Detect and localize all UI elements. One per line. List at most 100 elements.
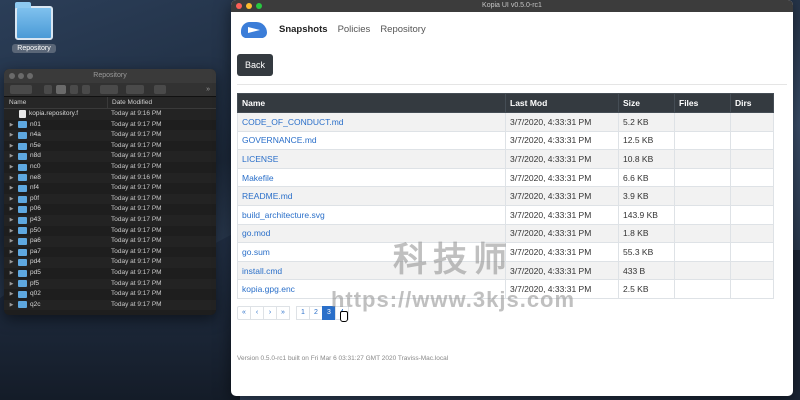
back-button[interactable]: Back bbox=[237, 54, 274, 76]
nav-snapshots[interactable]: Snapshots bbox=[279, 24, 328, 35]
disclosure-triangle-icon[interactable]: ▶ bbox=[8, 289, 15, 300]
page-button[interactable]: 1 bbox=[296, 305, 310, 320]
finder-row[interactable]: ▶ nf4 Today at 9:17 PM bbox=[4, 183, 216, 194]
disclosure-triangle-icon[interactable]: ▶ bbox=[8, 236, 15, 247]
file-link[interactable]: CODE_OF_CONDUCT.md bbox=[242, 117, 344, 127]
close-button[interactable] bbox=[236, 3, 242, 9]
finder-row[interactable]: ▶ q02 Today at 9:17 PM bbox=[4, 289, 216, 300]
header-dirs[interactable]: Dirs bbox=[730, 93, 774, 113]
disclosure-triangle-icon[interactable]: ▶ bbox=[8, 300, 15, 311]
table-row: README.md 3/7/2020, 4:33:31 PM 3.9 KB bbox=[237, 186, 774, 206]
first-page-button[interactable]: « bbox=[237, 305, 251, 320]
disclosure-triangle-icon[interactable]: ▶ bbox=[8, 279, 15, 290]
file-icon bbox=[19, 110, 26, 119]
desktop-repository-icon[interactable]: Repository bbox=[12, 2, 56, 53]
disclosure-triangle-icon[interactable]: ▶ bbox=[8, 173, 15, 184]
finder-row[interactable]: ▶ ne8 Today at 9:16 PM bbox=[4, 172, 216, 184]
cell-last-mod: 3/7/2020, 4:33:31 PM bbox=[505, 242, 619, 262]
header-last-mod[interactable]: Last Mod bbox=[505, 93, 619, 113]
disclosure-triangle-icon[interactable]: ▶ bbox=[8, 257, 15, 268]
finder-row[interactable]: ▶ pd4 Today at 9:17 PM bbox=[4, 257, 216, 268]
file-link[interactable]: go.mod bbox=[242, 228, 270, 238]
finder-row[interactable]: ▶ n4a Today at 9:17 PM bbox=[4, 130, 216, 141]
kopia-logo-icon[interactable] bbox=[241, 19, 269, 39]
finder-row-date: Today at 9:16 PM bbox=[111, 110, 162, 117]
column-date-modified[interactable]: Date Modified bbox=[108, 97, 152, 108]
finder-row[interactable]: ▶ pa7 Today at 9:17 PM bbox=[4, 247, 216, 258]
finder-row[interactable]: ▶ pa6 Today at 9:17 PM bbox=[4, 236, 216, 247]
zoom-button[interactable] bbox=[27, 73, 33, 79]
file-link[interactable]: Makefile bbox=[242, 173, 274, 183]
cell-dirs bbox=[730, 223, 774, 244]
gallery-view-icon[interactable] bbox=[82, 85, 90, 94]
disclosure-triangle-icon[interactable]: ▶ bbox=[8, 130, 15, 141]
disclosure-triangle-icon[interactable]: ▶ bbox=[8, 226, 15, 237]
finder-row[interactable]: ▶ n01 Today at 9:17 PM bbox=[4, 120, 216, 131]
file-link[interactable]: GOVERNANCE.md bbox=[242, 135, 317, 145]
header-name[interactable]: Name bbox=[237, 93, 506, 113]
disclosure-triangle-icon[interactable]: ▶ bbox=[8, 204, 15, 215]
folder-icon bbox=[18, 163, 27, 171]
kopia-title: Kopia UI v0.5.0-rc1 bbox=[482, 2, 542, 9]
finder-titlebar[interactable]: Repository bbox=[4, 69, 216, 83]
finder-row[interactable]: ▶ n8d Today at 9:17 PM bbox=[4, 151, 216, 162]
more-chevron-icon[interactable]: » bbox=[206, 86, 210, 93]
disclosure-triangle-icon[interactable]: ▶ bbox=[8, 215, 15, 226]
folder-icon bbox=[18, 290, 27, 298]
back-forward-icon[interactable] bbox=[10, 85, 32, 94]
finder-row[interactable]: ▶ nc0 Today at 9:17 PM bbox=[4, 162, 216, 173]
finder-row[interactable]: ▶ n5e Today at 9:17 PM bbox=[4, 141, 216, 152]
table-row: LICENSE 3/7/2020, 4:33:31 PM 10.8 KB bbox=[237, 149, 774, 169]
finder-row[interactable]: ▶ pd5 Today at 9:17 PM bbox=[4, 268, 216, 279]
header-size[interactable]: Size bbox=[618, 93, 675, 113]
column-name[interactable]: Name bbox=[4, 97, 108, 108]
finder-row[interactable]: kopia.repository.f Today at 9:16 PM bbox=[4, 109, 216, 120]
finder-row[interactable]: ▶ p50 Today at 9:17 PM bbox=[4, 226, 216, 237]
finder-row-date: Today at 9:17 PM bbox=[111, 141, 162, 149]
cell-dirs bbox=[730, 279, 774, 299]
finder-row[interactable]: ▶ pf5 Today at 9:17 PM bbox=[4, 278, 216, 290]
finder-row-date: Today at 9:17 PM bbox=[111, 247, 162, 255]
disclosure-triangle-icon[interactable]: ▶ bbox=[8, 247, 15, 258]
finder-row[interactable]: ▶ p06 Today at 9:17 PM bbox=[4, 204, 216, 215]
zoom-button[interactable] bbox=[256, 3, 262, 9]
file-link[interactable]: go.sum bbox=[242, 247, 270, 257]
page-button[interactable]: 2 bbox=[309, 305, 323, 320]
icon-view-icon[interactable] bbox=[44, 85, 52, 94]
finder-row[interactable]: ▶ q2c Today at 9:17 PM bbox=[4, 299, 216, 311]
next-page-button[interactable]: › bbox=[263, 305, 277, 320]
file-link[interactable]: build_architecture.svg bbox=[242, 210, 325, 220]
nav-repository[interactable]: Repository bbox=[380, 24, 425, 35]
list-view-icon[interactable] bbox=[56, 85, 66, 94]
kopia-titlebar[interactable]: Kopia UI v0.5.0-rc1 bbox=[231, 0, 793, 12]
group-icon[interactable] bbox=[100, 85, 118, 94]
prev-page-button[interactable]: ‹ bbox=[250, 305, 264, 320]
page-button[interactable]: 3 bbox=[322, 305, 336, 320]
disclosure-triangle-icon[interactable]: ▶ bbox=[8, 162, 15, 173]
file-link[interactable]: LICENSE bbox=[242, 154, 278, 164]
file-link[interactable]: README.md bbox=[242, 191, 293, 201]
disclosure-triangle-icon[interactable]: ▶ bbox=[8, 151, 15, 162]
finder-row[interactable]: ▶ p43 Today at 9:17 PM bbox=[4, 214, 216, 226]
nav-policies[interactable]: Policies bbox=[338, 24, 371, 35]
close-button[interactable] bbox=[9, 73, 15, 79]
file-link[interactable]: kopia.gpg.enc bbox=[242, 284, 295, 294]
disclosure-triangle-icon[interactable]: ▶ bbox=[8, 120, 15, 131]
gear-icon[interactable] bbox=[126, 85, 144, 94]
disclosure-triangle-icon[interactable]: ▶ bbox=[8, 268, 15, 279]
column-view-icon[interactable] bbox=[70, 85, 78, 94]
file-link[interactable]: install.cmd bbox=[242, 266, 282, 276]
minimize-button[interactable] bbox=[18, 73, 24, 79]
finder-row[interactable]: ▶ p0f Today at 9:17 PM bbox=[4, 193, 216, 205]
finder-row-name: n4a bbox=[30, 131, 41, 139]
finder-row-name: nc0 bbox=[30, 162, 41, 170]
share-icon[interactable] bbox=[154, 85, 166, 94]
disclosure-triangle-icon[interactable]: ▶ bbox=[8, 194, 15, 205]
last-page-button[interactable]: » bbox=[276, 305, 290, 320]
header-files[interactable]: Files bbox=[674, 93, 731, 113]
disclosure-triangle-icon[interactable]: ▶ bbox=[8, 183, 15, 194]
folder-icon bbox=[18, 195, 27, 203]
folder-icon bbox=[18, 280, 27, 288]
disclosure-triangle-icon[interactable]: ▶ bbox=[8, 141, 15, 152]
minimize-button[interactable] bbox=[246, 3, 252, 9]
